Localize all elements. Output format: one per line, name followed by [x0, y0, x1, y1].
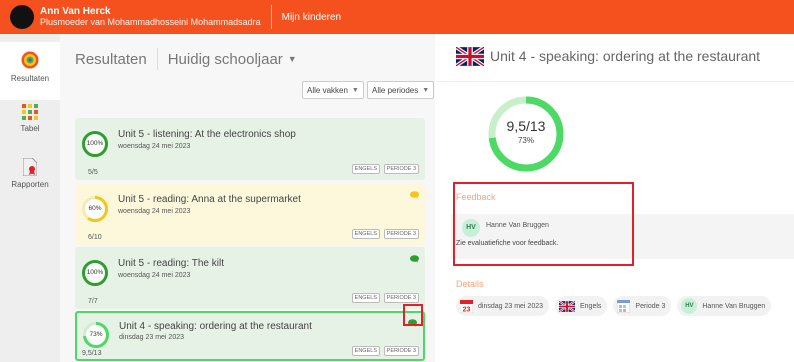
details-row: 23 dinsdag 23 mei 2023 Engels Periode 3 [456, 296, 772, 316]
details-label: Details [456, 279, 484, 289]
detail-title: Unit 4 - speaking: ordering at the resta… [490, 48, 761, 64]
result-card[interactable]: 100% Unit 5 - listening: At the electron… [75, 118, 425, 180]
detail-period: Periode 3 [635, 302, 666, 310]
user-avatar[interactable] [10, 5, 34, 29]
period-filter[interactable]: Alle periodes ▼ [367, 81, 435, 99]
detail-panel: Unit 4 - speaking: ordering at the resta… [436, 34, 794, 362]
calendar-icon: 23 [460, 299, 473, 313]
period-badge: PERIODE 3 [383, 346, 419, 356]
nav-item-reports[interactable]: Rapporten [0, 150, 60, 208]
nav-item-results[interactable]: Resultaten [0, 42, 60, 100]
divider [156, 48, 158, 70]
card-score: 9,5/13 [82, 350, 102, 357]
detail-header: Unit 4 - speaking: ordering at the resta… [436, 34, 794, 82]
big-score-ring [488, 96, 564, 172]
score-percent: 100% [86, 140, 104, 147]
nav-label: Resultaten [10, 74, 50, 83]
caret-down-icon: ▼ [422, 86, 430, 94]
teacher-chip: HV Hanne Van Bruggen [677, 296, 772, 316]
card-date: dinsdag 23 mei 2023 [119, 334, 184, 341]
subject-badge: ENGELS [351, 164, 380, 174]
nav-item-table[interactable]: Tabel [0, 96, 60, 154]
card-title: Unit 5 - reading: Anna at the supermarke… [118, 194, 301, 205]
report-icon [23, 158, 37, 176]
card-score: 7/7 [88, 298, 98, 305]
comment-icon[interactable] [410, 255, 419, 263]
period-badge: PERIODE 3 [383, 164, 419, 174]
results-header: Resultaten Huidig schooljaar ▼ [75, 48, 297, 70]
subject-badge: ENGELS [351, 293, 380, 303]
comment-highlight-box [403, 304, 423, 326]
score-percent: 100% [86, 269, 104, 276]
caret-down-icon: ▼ [351, 86, 359, 94]
card-date: woensdag 24 mei 2023 [118, 143, 191, 150]
detail-percent: 73% [517, 136, 534, 145]
card-date: woensdag 24 mei 2023 [118, 272, 191, 279]
top-bar: Ann Van Herck Plusmoeder van Mohammadhos… [0, 0, 794, 34]
side-nav: Resultaten Tabel Rapporten [0, 34, 60, 362]
results-panel: Resultaten Huidig schooljaar ▼ Alle vakk… [60, 34, 435, 362]
card-title: Unit 5 - reading: The kilt [118, 258, 224, 269]
detail-teacher-name: Hanne Van Bruggen [702, 302, 766, 310]
uk-flag-icon [559, 300, 575, 312]
period-filter-label: Alle periodes [372, 85, 419, 95]
school-year-select[interactable]: Huidig schooljaar [168, 51, 283, 68]
result-card[interactable]: 60% Unit 5 - reading: Anna at the superm… [75, 183, 425, 245]
card-title: Unit 4 - speaking: ordering at the resta… [119, 321, 312, 332]
user-info[interactable]: Ann Van Herck Plusmoeder van Mohammadhos… [40, 6, 261, 28]
card-date: woensdag 24 mei 2023 [118, 208, 191, 215]
user-name: Ann Van Herck [40, 6, 111, 17]
caret-down-icon[interactable]: ▼ [288, 54, 297, 64]
subject-filter-label: Alle vakken [307, 85, 348, 95]
subject-filter[interactable]: Alle vakken ▼ [302, 81, 364, 99]
user-role: Plusmoeder van Mohammadhosseini Mohammad… [40, 17, 261, 27]
period-badge: PERIODE 3 [383, 293, 419, 303]
comment-icon[interactable] [410, 191, 419, 199]
result-card[interactable]: 100% Unit 5 - reading: The kilt woensdag… [75, 247, 425, 309]
my-children-link[interactable]: Mijn kinderen [282, 12, 341, 23]
nav-label: Rapporten [11, 180, 49, 189]
uk-flag-icon [456, 47, 484, 66]
teacher-avatar-small: HV [681, 298, 698, 314]
calendar-day: 23 [463, 306, 471, 313]
score-percent: 60% [88, 205, 102, 212]
grid-icon [22, 104, 38, 120]
period-badge: PERIODE 3 [383, 229, 419, 239]
period-calendar-icon [617, 299, 631, 313]
detail-score: 9,5/13 [506, 118, 546, 134]
date-chip: 23 dinsdag 23 mei 2023 [456, 296, 549, 316]
subject-badge: ENGELS [351, 346, 380, 356]
detail-subject: Engels [580, 302, 602, 310]
card-score: 5/5 [88, 169, 98, 176]
divider [270, 5, 272, 29]
score-percent: 73% [89, 331, 103, 338]
results-icon [21, 51, 39, 69]
period-chip: Periode 3 [613, 296, 672, 316]
subject-badge: ENGELS [351, 229, 380, 239]
card-score: 6/10 [88, 234, 102, 241]
page-title: Resultaten [75, 50, 147, 68]
feedback-highlight-box [453, 182, 634, 266]
nav-label: Tabel [20, 124, 40, 133]
subject-chip: Engels [555, 296, 608, 316]
result-card-selected[interactable]: 73% Unit 4 - speaking: ordering at the r… [75, 311, 425, 361]
card-title: Unit 5 - listening: At the electronics s… [118, 129, 296, 140]
detail-date: dinsdag 23 mei 2023 [478, 302, 543, 310]
